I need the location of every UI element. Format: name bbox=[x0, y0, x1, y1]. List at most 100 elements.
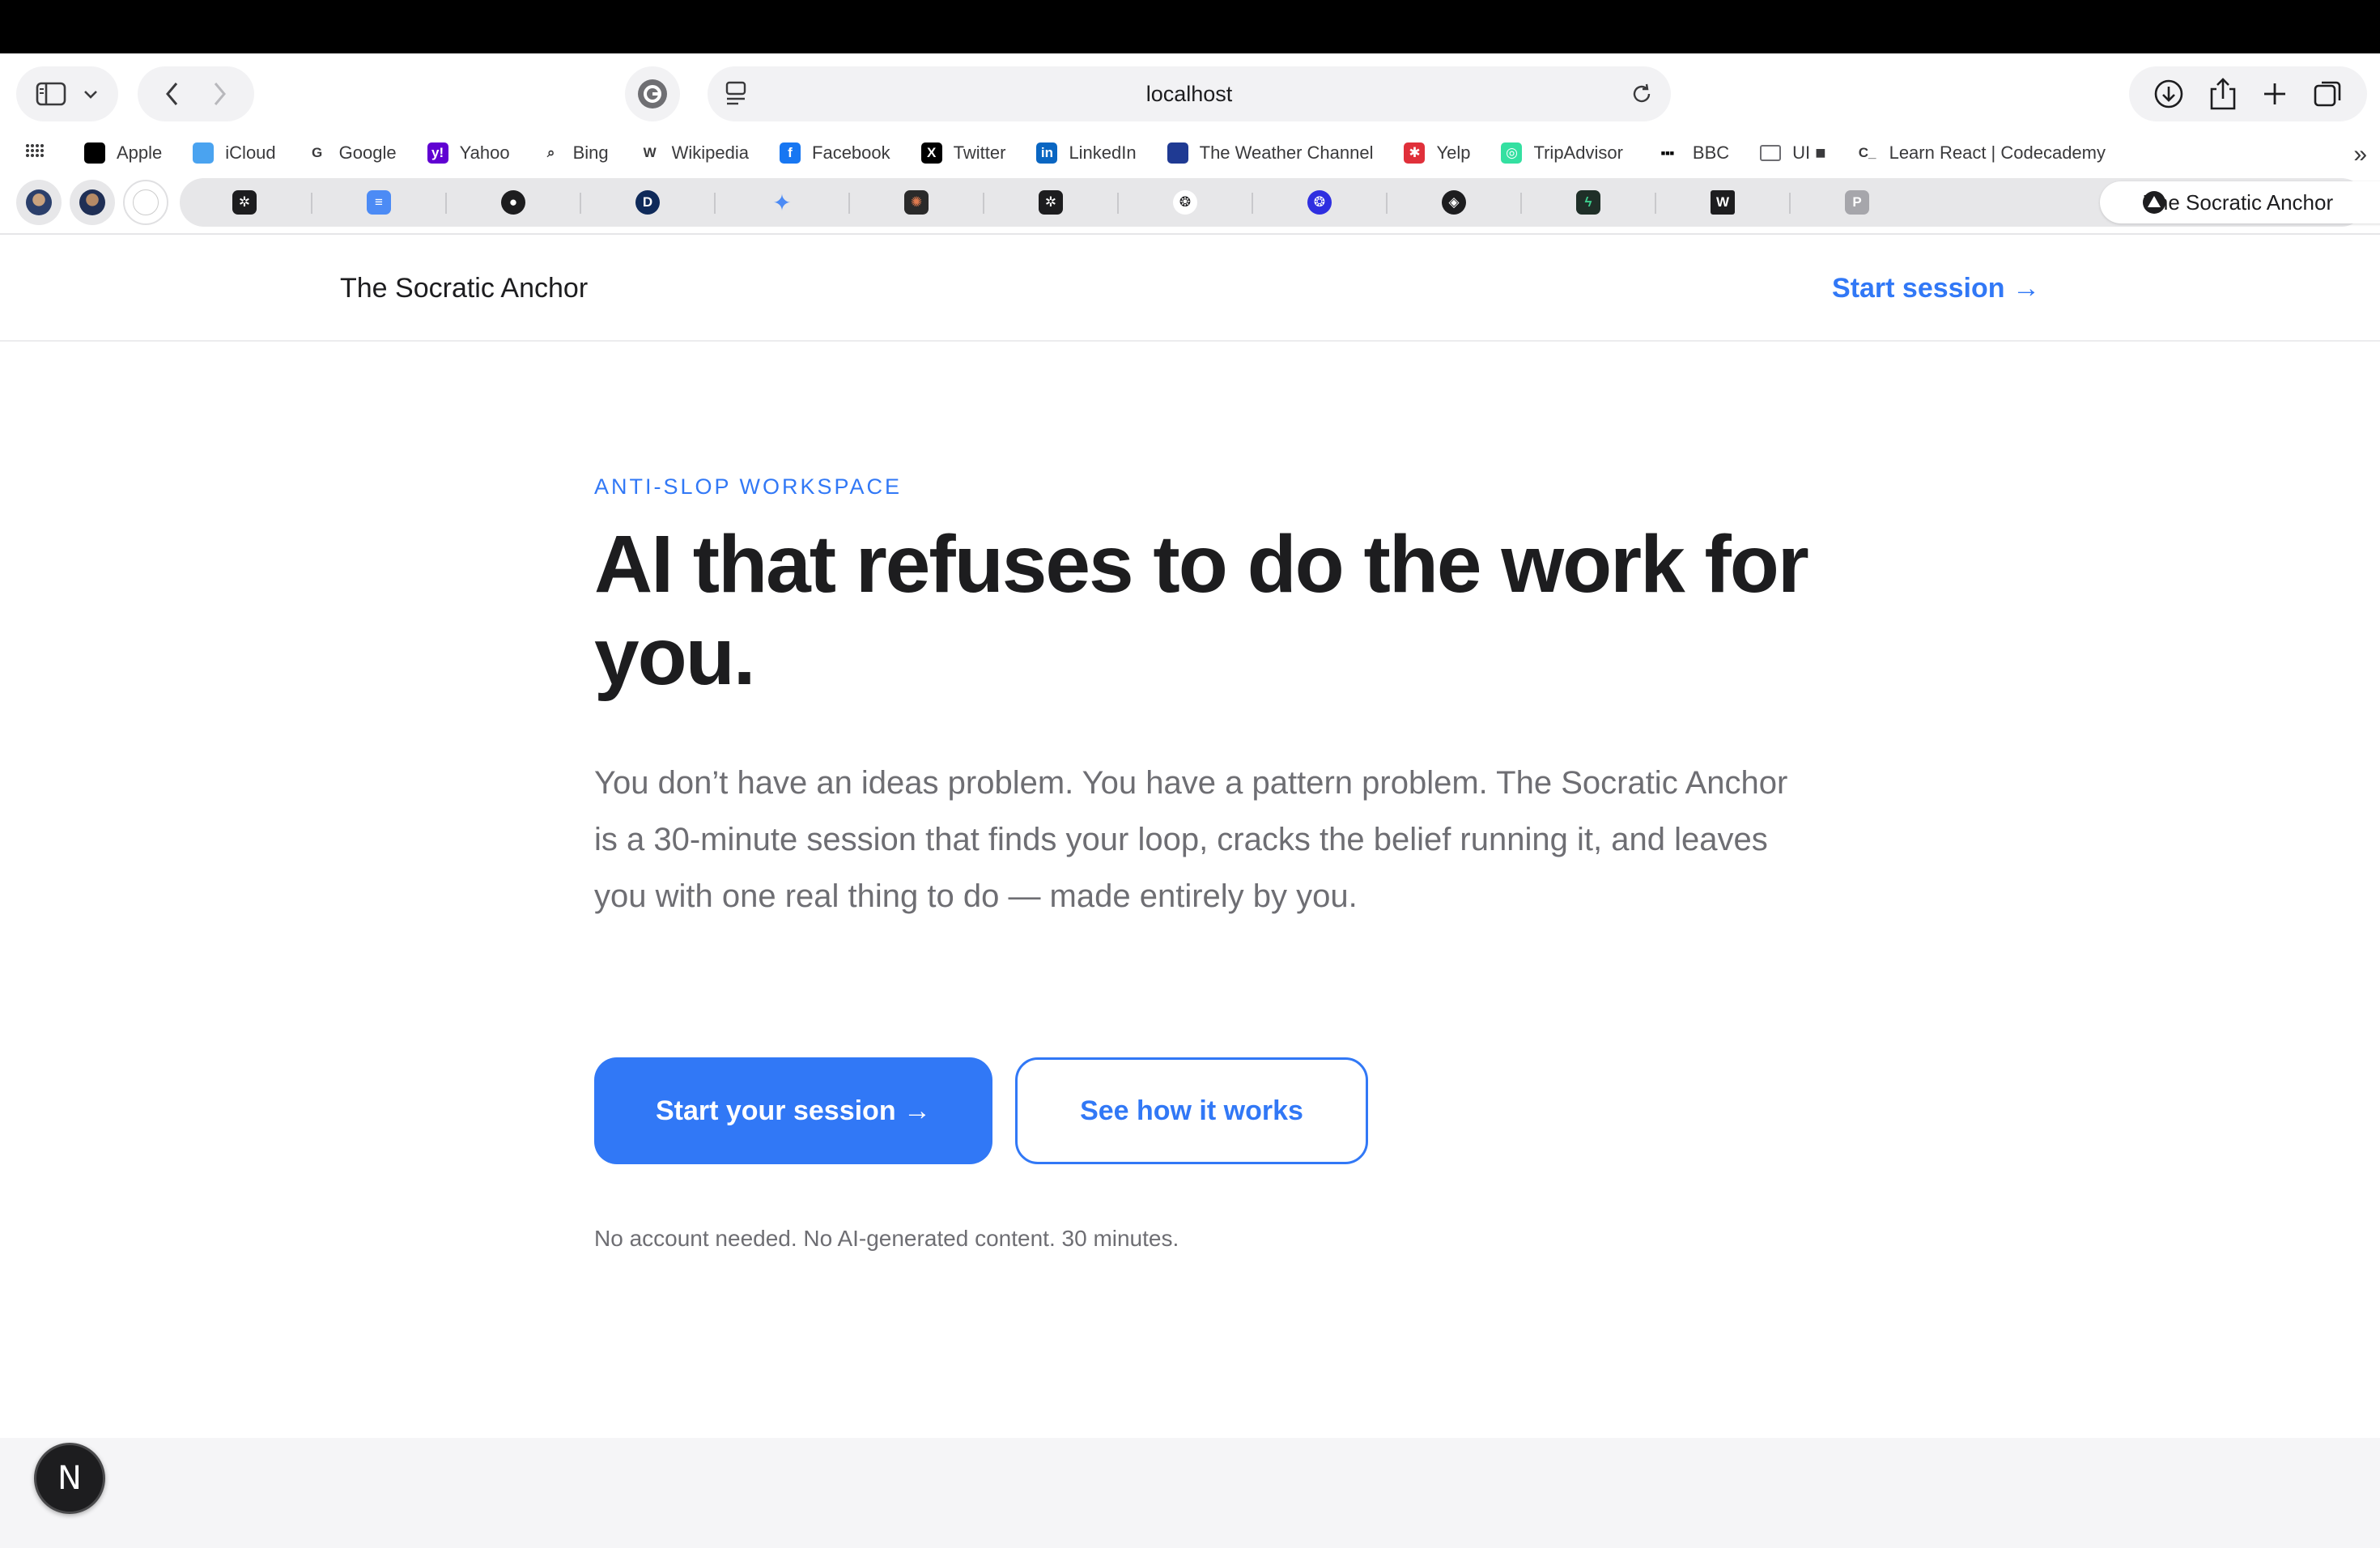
tab-divider bbox=[311, 193, 312, 214]
apps-grid-icon[interactable] bbox=[24, 142, 45, 164]
avatar bbox=[26, 189, 52, 215]
url-text[interactable]: localhost bbox=[708, 66, 1671, 121]
favorite-label: Bing bbox=[572, 142, 609, 163]
twitter-icon: X bbox=[920, 142, 942, 164]
downloads-icon[interactable] bbox=[2153, 78, 2185, 110]
favorite-wikipedia[interactable]: W Wikipedia bbox=[639, 133, 750, 173]
favorite-twitter[interactable]: X Twitter bbox=[920, 133, 1006, 173]
tab-perplexity-2[interactable]: ✲ bbox=[1018, 183, 1083, 222]
tab-perplexity[interactable]: ✲ bbox=[212, 183, 277, 222]
sidebar-toggle-group[interactable] bbox=[16, 66, 118, 121]
pinned-tab-site[interactable] bbox=[123, 180, 168, 225]
forward-icon[interactable] bbox=[211, 81, 227, 107]
hero-description: You don’t have an ideas problem. You hav… bbox=[594, 765, 1788, 914]
d-app-icon: D bbox=[635, 190, 660, 215]
tab-blue-app[interactable]: ❂ bbox=[1287, 183, 1352, 222]
grammarly-extension[interactable] bbox=[625, 66, 680, 121]
icloud-icon bbox=[193, 142, 215, 164]
google-icon: G bbox=[306, 142, 328, 164]
facebook-icon: f bbox=[780, 142, 801, 164]
tab-github[interactable]: ● bbox=[481, 183, 546, 222]
tab-chatgpt[interactable]: ❂ bbox=[1153, 183, 1218, 222]
tab-divider bbox=[1655, 193, 1656, 214]
avatar bbox=[79, 189, 105, 215]
browser-toolbar: localhost bbox=[0, 53, 2380, 138]
hero-eyebrow: ANTI-SLOP WORKSPACE bbox=[594, 474, 903, 499]
favorite-folder[interactable]: UI ■ bbox=[1760, 133, 1826, 173]
tab-divider bbox=[1520, 193, 1522, 214]
tab-active-socratic-anchor[interactable]: The Socratic Anchor bbox=[2100, 181, 2380, 223]
tab-claude[interactable]: ✺ bbox=[884, 183, 949, 222]
site-brand[interactable]: The Socratic Anchor bbox=[340, 235, 588, 342]
favorite-codecademy[interactable]: C_ Learn React | Codecademy bbox=[1856, 133, 2106, 173]
favorite-label: Wikipedia bbox=[671, 142, 750, 163]
hero-headline: AI that refuses to do the work for you. bbox=[594, 519, 1809, 702]
browser-chrome: localhost Apple iCloud G Google y! Yahoo ⌕ Bing… bbox=[0, 53, 2380, 235]
wikipedia-icon: W bbox=[639, 142, 661, 164]
favorite-bing[interactable]: ⌕ Bing bbox=[540, 133, 609, 173]
weather-channel-icon bbox=[1167, 142, 1188, 164]
site-header: The Socratic Anchor Start session → bbox=[0, 235, 2380, 342]
favorite-label: Apple bbox=[117, 142, 163, 163]
favorite-label: LinkedIn bbox=[1069, 142, 1137, 163]
favorite-yelp[interactable]: ✱ Yelp bbox=[1404, 133, 1470, 173]
tab-strip: ✲ ≡ ● D ✦ ✺ ✲ ❂ ❂ ◈ ϟ W P The Socratic A… bbox=[0, 173, 2380, 232]
tab-track: ✲ ≡ ● D ✦ ✺ ✲ ❂ ❂ ◈ ϟ W P The Socratic A… bbox=[180, 178, 2380, 227]
perplexity-icon: ✲ bbox=[232, 190, 257, 215]
pinned-tab-profile-1[interactable] bbox=[16, 180, 62, 225]
cube-icon: ◈ bbox=[1442, 190, 1466, 215]
favorite-apple[interactable]: Apple bbox=[84, 133, 162, 173]
tab-d-app[interactable]: D bbox=[615, 183, 680, 222]
more-favorites-icon[interactable]: » bbox=[2353, 141, 2367, 168]
favorite-label: TripAdvisor bbox=[1533, 142, 1623, 163]
apple-icon bbox=[84, 142, 105, 164]
openai-blue-icon: ❂ bbox=[1307, 190, 1332, 215]
favorite-label: Twitter bbox=[953, 142, 1006, 163]
folder-icon bbox=[1760, 145, 1782, 161]
see-how-it-works-button[interactable]: See how it works bbox=[1015, 1057, 1368, 1164]
favorite-facebook[interactable]: f Facebook bbox=[780, 133, 890, 173]
favorite-google[interactable]: G Google bbox=[306, 133, 397, 173]
back-icon[interactable] bbox=[164, 81, 181, 107]
sidebar-icon[interactable] bbox=[36, 82, 66, 106]
tab-overview-icon[interactable] bbox=[2312, 78, 2344, 110]
pinned-tab-profile-2[interactable] bbox=[70, 180, 115, 225]
tab-cube-app[interactable]: ◈ bbox=[1422, 183, 1486, 222]
tab-divider bbox=[848, 193, 850, 214]
bbc-icon: ■■■ bbox=[1660, 149, 1675, 157]
favorite-bbc[interactable]: ■■■ BBC bbox=[1654, 133, 1729, 173]
favorite-label: Yahoo bbox=[459, 142, 510, 163]
reload-icon[interactable] bbox=[1627, 79, 1656, 108]
share-icon[interactable] bbox=[2208, 76, 2238, 112]
tab-google-docs[interactable]: ≡ bbox=[346, 183, 411, 222]
favorite-weather-channel[interactable]: The Weather Channel bbox=[1167, 133, 1373, 173]
tab-divider bbox=[1252, 193, 1253, 214]
favorite-yahoo[interactable]: y! Yahoo bbox=[427, 133, 510, 173]
tab-gemini[interactable]: ✦ bbox=[750, 183, 814, 222]
tab-p-app[interactable]: P bbox=[1825, 183, 1889, 222]
tab-w-app[interactable]: W bbox=[1690, 183, 1755, 222]
yahoo-icon: y! bbox=[427, 142, 448, 164]
address-bar[interactable]: localhost bbox=[708, 66, 1671, 121]
favorite-tripadvisor[interactable]: ◎ TripAdvisor bbox=[1501, 133, 1623, 173]
codecademy-icon: C_ bbox=[1856, 142, 1878, 164]
tab-supabase[interactable]: ϟ bbox=[1556, 183, 1621, 222]
linkedin-icon: in bbox=[1036, 142, 1058, 164]
tab-divider bbox=[1386, 193, 1388, 214]
bing-icon: ⌕ bbox=[540, 142, 562, 164]
google-docs-icon: ≡ bbox=[367, 190, 391, 215]
new-tab-icon[interactable] bbox=[2261, 80, 2289, 108]
favorite-label: Yelp bbox=[1436, 142, 1471, 163]
favorite-icloud[interactable]: iCloud bbox=[193, 133, 276, 173]
system-menu-bar bbox=[0, 0, 2380, 53]
tab-title: The Socratic Anchor bbox=[2144, 189, 2334, 215]
chevron-down-icon[interactable] bbox=[83, 88, 99, 100]
nextjs-dev-indicator[interactable]: N bbox=[34, 1443, 105, 1514]
start-your-session-button[interactable]: Start your session → bbox=[594, 1057, 992, 1164]
favorite-linkedin[interactable]: in LinkedIn bbox=[1036, 133, 1137, 173]
tab-divider bbox=[445, 193, 447, 214]
supabase-icon: ϟ bbox=[1576, 190, 1600, 215]
header-start-session-link[interactable]: Start session → bbox=[1832, 235, 2040, 342]
favorites-list: Apple iCloud G Google y! Yahoo ⌕ Bing W Wikipedia… bbox=[84, 133, 2136, 173]
tripadvisor-icon: ◎ bbox=[1501, 142, 1523, 164]
